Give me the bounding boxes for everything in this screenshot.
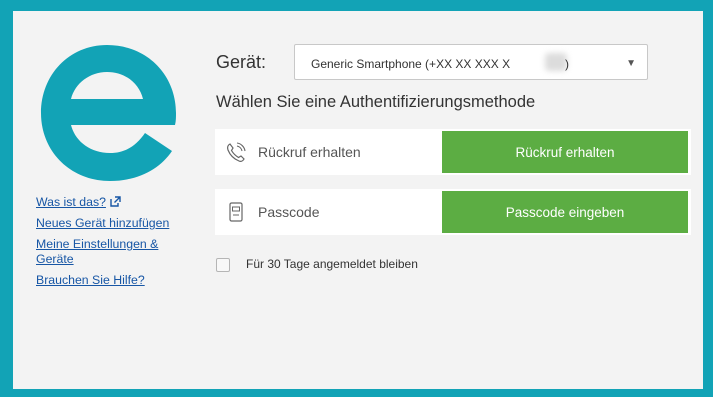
device-label: Gerät:	[216, 52, 267, 72]
page-title: Wählen Sie eine Authentifizierungsmethod…	[216, 93, 536, 111]
callback-button[interactable]: Rückruf erhalten	[442, 131, 688, 173]
token-device-icon	[229, 202, 243, 222]
brand-logo	[41, 45, 176, 181]
phone-ringing-icon	[227, 142, 246, 162]
method-row-callback: Rückruf erhalten Rückruf erhalten	[215, 129, 691, 175]
method-row-passcode: Passcode Passcode eingeben	[215, 189, 691, 235]
my-settings-link[interactable]: Meine Einstellungen & Geräte	[36, 237, 196, 267]
need-help-link[interactable]: Brauchen Sie Hilfe?	[36, 273, 196, 288]
chevron-down-icon: ▼	[626, 58, 636, 69]
device-select-value: Generic Smartphone (+XX XX XXX X	[311, 57, 511, 71]
method-label-callback: Rückruf erhalten	[258, 144, 361, 160]
remember-checkbox[interactable]	[216, 258, 230, 272]
remember-label: Für 30 Tage angemeldet bleiben	[246, 257, 418, 271]
device-select-suffix: )	[565, 57, 569, 71]
enter-passcode-button[interactable]: Passcode eingeben	[442, 191, 688, 233]
add-device-link[interactable]: Neues Gerät hinzufügen	[36, 216, 196, 231]
side-links: Was ist das? Neues Gerät hinzufügen Mein…	[36, 195, 196, 294]
method-label-passcode: Passcode	[258, 204, 320, 220]
what-is-this-link[interactable]: Was ist das?	[36, 195, 196, 210]
device-select[interactable]: Generic Smartphone (+XX XX XXX X ) ▼	[294, 44, 648, 80]
auth-prompt-panel: Was ist das? Neues Gerät hinzufügen Mein…	[13, 11, 703, 389]
external-link-icon	[110, 196, 121, 207]
redacted-digits	[545, 53, 567, 71]
